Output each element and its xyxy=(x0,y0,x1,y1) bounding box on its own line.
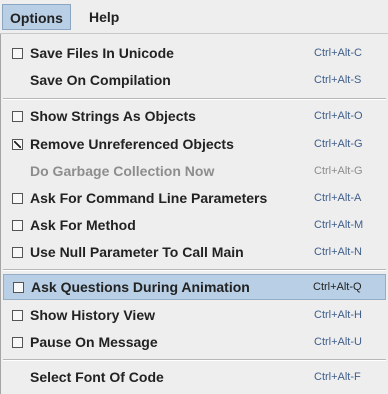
menu-item-do-garbage-collection-now: Do Garbage Collection Now Ctrl+Alt-G xyxy=(5,158,384,184)
menu-item-show-history-view[interactable]: Show History View Ctrl+Alt-H xyxy=(5,302,384,328)
menu-item-shortcut: Ctrl+Alt-F xyxy=(314,371,361,383)
menu-item-shortcut: Ctrl+Alt-Q xyxy=(313,281,362,293)
menu-item-save-files-in-unicode[interactable]: Save Files In Unicode Ctrl+Alt-C xyxy=(5,40,384,66)
menu-item-shortcut: Ctrl+Alt-A xyxy=(314,192,362,204)
checkbox-icon[interactable] xyxy=(13,282,24,293)
menu-item-label: Pause On Message xyxy=(30,334,158,350)
menu-item-label: Show Strings As Objects xyxy=(30,108,196,124)
menu-item-pause-on-message[interactable]: Pause On Message Ctrl+Alt-U xyxy=(5,329,384,355)
menu-item-label: Remove Unreferenced Objects xyxy=(30,136,234,152)
menu-item-use-null-parameter-to-call-main[interactable]: Use Null Parameter To Call Main Ctrl+Alt… xyxy=(5,239,384,265)
menu-item-shortcut: Ctrl+Alt-O xyxy=(314,110,363,122)
options-dropdown: Save Files In Unicode Ctrl+Alt-C Save On… xyxy=(0,34,388,394)
menu-item-label: Ask For Method xyxy=(30,217,136,233)
menu-item-label: Select Font Of Code xyxy=(30,369,164,385)
options-menu[interactable]: Options xyxy=(2,4,71,30)
menu-item-shortcut: Ctrl+Alt-H xyxy=(314,309,362,321)
menu-item-label: Ask For Command Line Parameters xyxy=(30,190,268,206)
checkbox-icon[interactable] xyxy=(12,310,23,321)
checkbox-icon[interactable] xyxy=(12,111,23,122)
menu-item-label: Save On Compilation xyxy=(30,72,171,88)
menu-bar: Options Help xyxy=(0,0,388,34)
checkbox-icon[interactable] xyxy=(12,247,23,258)
menu-separator xyxy=(3,98,386,100)
menu-item-shortcut: Ctrl+Alt-S xyxy=(314,74,362,86)
menu-item-label: Ask Questions During Animation xyxy=(31,279,250,295)
options-menu-label: Options xyxy=(10,10,63,26)
menu-item-label: Use Null Parameter To Call Main xyxy=(30,244,244,260)
menu-separator xyxy=(3,269,386,271)
menu-item-label: Do Garbage Collection Now xyxy=(30,163,215,179)
checkbox-checked-icon[interactable] xyxy=(12,139,23,150)
menu-item-shortcut: Ctrl+Alt-N xyxy=(314,246,362,258)
menu-item-ask-questions-during-animation[interactable]: Ask Questions During Animation Ctrl+Alt-… xyxy=(3,274,386,300)
checkbox-icon[interactable] xyxy=(12,337,23,348)
menu-item-save-on-compilation[interactable]: Save On Compilation Ctrl+Alt-S xyxy=(5,67,384,93)
menu-item-remove-unreferenced-objects[interactable]: Remove Unreferenced Objects Ctrl+Alt-G xyxy=(5,131,384,157)
menu-item-ask-for-method[interactable]: Ask For Method Ctrl+Alt-M xyxy=(5,212,384,238)
menu-item-label: Save Files In Unicode xyxy=(30,45,174,61)
checkbox-icon[interactable] xyxy=(12,220,23,231)
menu-item-show-strings-as-objects[interactable]: Show Strings As Objects Ctrl+Alt-O xyxy=(5,103,384,129)
menu-separator xyxy=(3,359,386,361)
help-menu-label: Help xyxy=(89,9,120,25)
menu-item-ask-for-command-line-parameters[interactable]: Ask For Command Line Parameters Ctrl+Alt… xyxy=(5,185,384,211)
menu-item-select-font-of-code[interactable]: Select Font Of Code Ctrl+Alt-F xyxy=(5,364,384,390)
menu-item-shortcut: Ctrl+Alt-U xyxy=(314,336,362,348)
checkbox-icon[interactable] xyxy=(12,193,23,204)
help-menu[interactable]: Help xyxy=(82,4,126,30)
checkbox-icon[interactable] xyxy=(12,48,23,59)
menu-item-shortcut: Ctrl+Alt-G xyxy=(314,165,363,177)
menu-item-shortcut: Ctrl+Alt-G xyxy=(314,138,363,150)
menu-item-shortcut: Ctrl+Alt-C xyxy=(314,47,362,59)
menu-item-label: Show History View xyxy=(30,307,155,323)
menu-item-shortcut: Ctrl+Alt-M xyxy=(314,219,364,231)
